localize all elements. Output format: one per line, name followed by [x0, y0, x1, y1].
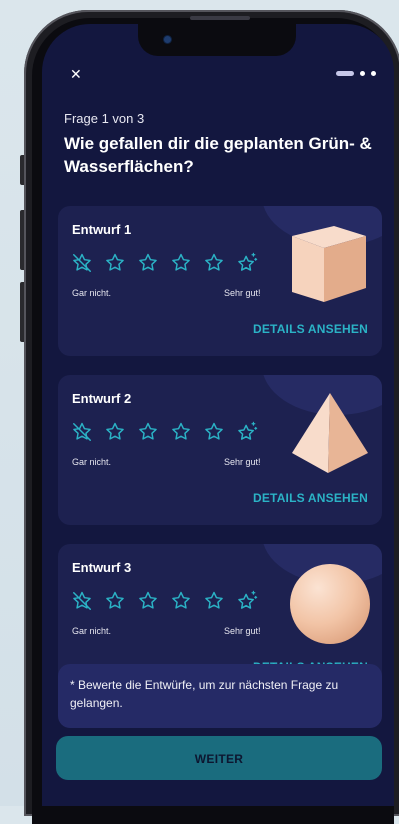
- cube-icon: [292, 226, 366, 302]
- design-title: Entwurf 1: [72, 222, 132, 237]
- question-title: Wie gefallen dir die geplanten Grün- & W…: [64, 134, 372, 176]
- star-crossed-icon[interactable]: [70, 252, 94, 274]
- close-icon[interactable]: ✕: [70, 66, 82, 83]
- rating-label-high: Sehr gut!: [224, 626, 261, 636]
- star-icon[interactable]: [136, 590, 160, 612]
- design-card-2: Entwurf 2 Gar nicht. Sehr gut! DETAILS A…: [58, 375, 382, 525]
- star-crossed-icon[interactable]: [70, 421, 94, 443]
- rating-label-low: Gar nicht.: [72, 288, 112, 298]
- pyramid-icon: [292, 393, 368, 473]
- star-icon[interactable]: [202, 421, 226, 443]
- rating-label-low: Gar nicht.: [72, 626, 112, 636]
- star-icon[interactable]: [103, 590, 127, 612]
- star-icon[interactable]: [136, 252, 160, 274]
- speaker-grille: [190, 16, 250, 20]
- design-card-1: Entwurf 1 Gar nicht. Sehr gut! DETAILS A…: [58, 206, 382, 356]
- menu-dots-icon[interactable]: [336, 71, 376, 76]
- star-sparkle-icon[interactable]: [235, 590, 259, 612]
- star-icon[interactable]: [103, 252, 127, 274]
- details-button[interactable]: DETAILS ANSEHEN: [253, 322, 368, 336]
- notice-text: * Bewerte die Entwürfe, um zur nächsten …: [70, 678, 339, 710]
- rating-label-low: Gar nicht.: [72, 457, 112, 467]
- sphere-icon: [290, 564, 370, 644]
- question-counter: Frage 1 von 3: [64, 111, 145, 126]
- star-sparkle-icon[interactable]: [235, 252, 259, 274]
- app-screen: ✕ Frage 1 von 3 Wie gefallen dir die gep…: [42, 24, 394, 806]
- design-title: Entwurf 3: [72, 560, 132, 575]
- details-button[interactable]: DETAILS ANSEHEN: [253, 491, 368, 505]
- star-rating: [70, 421, 259, 443]
- design-title: Entwurf 2: [72, 391, 132, 406]
- camera-icon: [164, 36, 171, 43]
- star-rating: [70, 590, 259, 612]
- star-icon[interactable]: [202, 590, 226, 612]
- camera-notch: [138, 24, 296, 56]
- star-icon[interactable]: [169, 421, 193, 443]
- star-icon[interactable]: [202, 252, 226, 274]
- star-icon[interactable]: [103, 421, 127, 443]
- star-icon[interactable]: [136, 421, 160, 443]
- continue-button[interactable]: WEITER: [56, 736, 382, 780]
- rating-label-high: Sehr gut!: [224, 288, 261, 298]
- star-crossed-icon[interactable]: [70, 590, 94, 612]
- star-rating: [70, 252, 259, 274]
- star-icon[interactable]: [169, 590, 193, 612]
- info-notice: * Bewerte die Entwürfe, um zur nächsten …: [58, 664, 382, 728]
- star-icon[interactable]: [169, 252, 193, 274]
- star-sparkle-icon[interactable]: [235, 421, 259, 443]
- rating-label-high: Sehr gut!: [224, 457, 261, 467]
